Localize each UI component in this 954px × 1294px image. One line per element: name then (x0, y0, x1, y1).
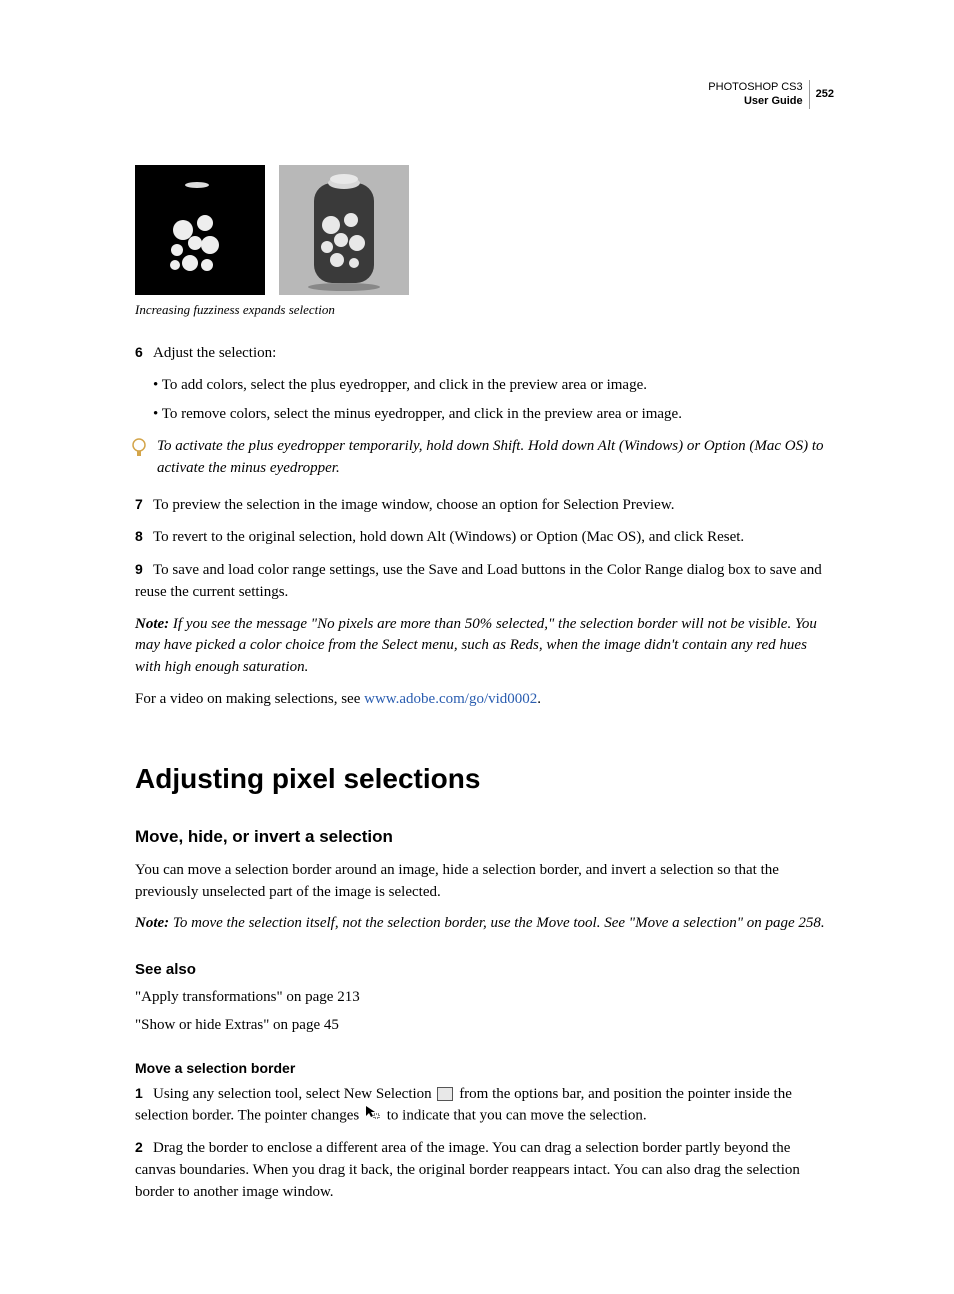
figure-image-original (279, 165, 409, 295)
video-link[interactable]: www.adobe.com/go/vid0002 (364, 691, 537, 707)
bullet-remove-colors: To remove colors, select the minus eyedr… (153, 404, 834, 426)
note-move-tool: Note: To move the selection itself, not … (135, 913, 834, 935)
new-selection-icon (437, 1087, 453, 1101)
header-guide: User Guide (708, 94, 802, 108)
video-prefix: For a video on making selections, see (135, 691, 364, 707)
step-number: 8 (135, 526, 153, 546)
step-number: 6 (135, 342, 153, 362)
step-7: 7To preview the selection in the image w… (135, 494, 834, 517)
see-also-item-2: "Show or hide Extras" on page 45 (135, 1015, 834, 1037)
note-label: Note: (135, 915, 169, 931)
step-8: 8To revert to the original selection, ho… (135, 526, 834, 549)
tip-eyedropper: To activate the plus eyedropper temporar… (153, 436, 834, 480)
tip-text: To activate the plus eyedropper temporar… (157, 438, 824, 476)
bullet-add-colors: To add colors, select the plus eyedroppe… (153, 375, 834, 397)
figure-row (135, 165, 834, 295)
note-no-pixels: Note: If you see the message "No pixels … (135, 614, 834, 679)
header-product: PHOTOSHOP CS3 (708, 80, 802, 94)
step-text: Adjust the selection: (153, 345, 276, 361)
video-paragraph: For a video on making selections, see ww… (135, 689, 834, 711)
step-text-part1: Using any selection tool, select New Sel… (153, 1086, 435, 1102)
step-text: To save and load color range settings, u… (135, 562, 822, 600)
heading-adjusting-pixel-selections: Adjusting pixel selections (135, 759, 834, 800)
figure-caption: Increasing fuzziness expands selection (135, 301, 834, 320)
step-text: To revert to the original selection, hol… (153, 529, 744, 545)
step-number: 9 (135, 559, 153, 579)
note-label: Note: (135, 616, 169, 632)
see-also-item-1: "Apply transformations" on page 213 (135, 987, 834, 1009)
video-suffix: . (537, 691, 541, 707)
page-header: PHOTOSHOP CS3 User Guide 252 (708, 80, 834, 109)
step-9: 9To save and load color range settings, … (135, 559, 834, 604)
step-number: 7 (135, 494, 153, 514)
heading-move-selection-border: Move a selection border (135, 1058, 834, 1078)
move-step-1: 1Using any selection tool, select New Se… (135, 1083, 834, 1128)
step-number: 1 (135, 1083, 153, 1103)
note-text: If you see the message "No pixels are mo… (135, 616, 817, 676)
step-text: To preview the selection in the image wi… (153, 497, 674, 513)
heading-move-hide-invert: Move, hide, or invert a selection (135, 825, 834, 850)
step-text-part3: to indicate that you can move the select… (383, 1108, 647, 1124)
step-number: 2 (135, 1137, 153, 1157)
heading-see-also: See also (135, 959, 834, 981)
step-text: Drag the border to enclose a different a… (135, 1140, 800, 1200)
lightbulb-icon (131, 438, 147, 458)
page-number: 252 (809, 80, 834, 109)
note-text: To move the selection itself, not the se… (169, 915, 825, 931)
move-step-2: 2Drag the border to enclose a different … (135, 1137, 834, 1203)
move-pointer-icon (365, 1105, 381, 1127)
step-6: 6Adjust the selection: (135, 342, 834, 365)
figure-image-mask (135, 165, 265, 295)
intro-move-hide-invert: You can move a selection border around a… (135, 860, 834, 904)
